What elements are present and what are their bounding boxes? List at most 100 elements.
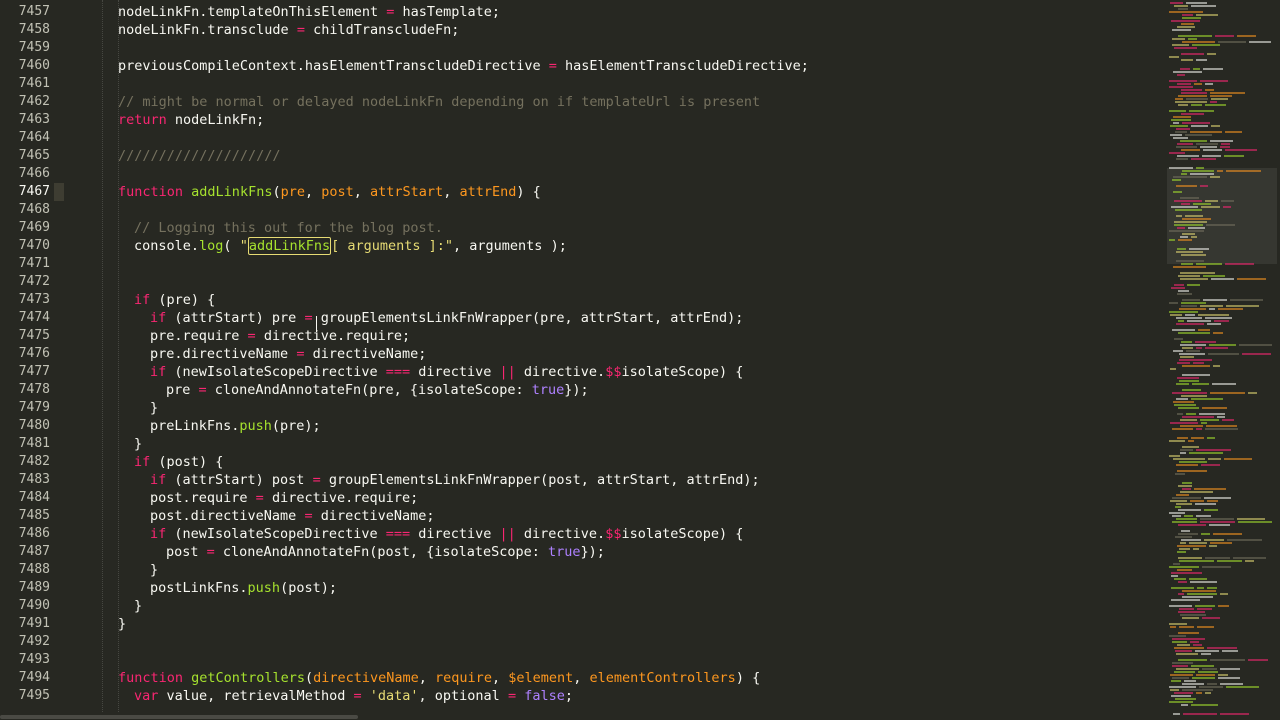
code-line[interactable] bbox=[70, 273, 1165, 291]
code-area[interactable]: nodeLinkFn.templateOnThisElement = hasTe… bbox=[70, 0, 1165, 720]
minimap-line bbox=[1173, 713, 1180, 715]
line-number: 7468 bbox=[18, 202, 50, 217]
minimap-line bbox=[1178, 593, 1184, 595]
code-token: = bbox=[247, 328, 256, 344]
minimap-line bbox=[1200, 185, 1208, 187]
line-number: 7477 bbox=[18, 364, 50, 379]
code-token: = bbox=[304, 310, 313, 326]
minimap-line bbox=[1171, 680, 1181, 682]
code-token: = bbox=[304, 508, 313, 524]
code-line[interactable]: previousCompileContext.hasElementTranscl… bbox=[70, 57, 1165, 75]
minimap-line bbox=[1181, 302, 1206, 304]
code-token: postLinkFns. bbox=[150, 580, 248, 596]
minimap-line bbox=[1173, 266, 1206, 268]
minimap-line bbox=[1172, 329, 1195, 331]
code-line[interactable] bbox=[70, 633, 1165, 651]
line-number: 7463 bbox=[18, 112, 50, 127]
code-token: // Logging this out for the blog post. bbox=[134, 220, 443, 236]
minimap-line bbox=[1178, 239, 1192, 241]
code-line[interactable] bbox=[70, 201, 1165, 219]
minimap-line bbox=[1191, 104, 1202, 106]
minimap-line bbox=[1182, 389, 1201, 391]
code-line[interactable] bbox=[70, 255, 1165, 273]
code-line[interactable]: if (pre) { bbox=[70, 291, 1165, 309]
code-token: childTranscludeFn; bbox=[304, 22, 460, 38]
code-token: if bbox=[150, 472, 167, 488]
minimap[interactable] bbox=[1165, 0, 1280, 720]
line-number: 7491 bbox=[18, 616, 50, 631]
horizontal-scrollbar-thumb[interactable] bbox=[0, 715, 358, 719]
code-line[interactable]: console.log( "addLinkFns[ arguments ]:",… bbox=[70, 237, 1165, 255]
code-line[interactable]: // Logging this out for the blog post. bbox=[70, 219, 1165, 237]
code-line[interactable]: var value, retrievalMethod = 'data', opt… bbox=[70, 687, 1165, 705]
minimap-line bbox=[1210, 101, 1217, 103]
code-line[interactable]: pre.require = directive.require; bbox=[70, 327, 1165, 345]
minimap-line bbox=[1237, 518, 1265, 520]
code-token: directive bbox=[410, 364, 500, 380]
minimap-line bbox=[1199, 686, 1223, 688]
horizontal-scrollbar[interactable] bbox=[0, 712, 1165, 720]
minimap-line bbox=[1171, 587, 1194, 589]
minimap-line bbox=[1213, 365, 1220, 367]
code-line[interactable] bbox=[70, 75, 1165, 93]
minimap-line bbox=[1174, 647, 1204, 649]
line-number: 7474 bbox=[18, 310, 50, 325]
code-line[interactable]: post.directiveName = directiveName; bbox=[70, 507, 1165, 525]
minimap-line bbox=[1174, 671, 1195, 673]
line-number: 7485 bbox=[18, 508, 50, 523]
line-number: 7460 bbox=[18, 58, 50, 73]
code-line[interactable] bbox=[70, 651, 1165, 669]
code-line[interactable]: return nodeLinkFn; bbox=[70, 111, 1165, 129]
code-line[interactable]: nodeLinkFn.templateOnThisElement = hasTe… bbox=[70, 3, 1165, 21]
minimap-line bbox=[1209, 344, 1236, 346]
code-line[interactable]: if (attrStart) post = groupElementsLinkF… bbox=[70, 471, 1165, 489]
code-line[interactable]: post.require = directive.require; bbox=[70, 489, 1165, 507]
code-line[interactable]: if (newIsolateScopeDirective === directi… bbox=[70, 525, 1165, 543]
code-line[interactable]: pre = cloneAndAnnotateFn(pre, {isolateSc… bbox=[70, 381, 1165, 399]
code-line[interactable] bbox=[70, 39, 1165, 57]
code-line[interactable]: } bbox=[70, 597, 1165, 615]
line-number: 7473 bbox=[18, 292, 50, 307]
minimap-line bbox=[1177, 155, 1199, 157]
minimap-line bbox=[1217, 560, 1242, 562]
minimap-line bbox=[1174, 200, 1202, 202]
code-token: directive. bbox=[515, 526, 606, 542]
code-line[interactable]: if (attrStart) pre = groupElementsLinkFn… bbox=[70, 309, 1165, 327]
code-line[interactable]: function getControllers(directiveName, r… bbox=[70, 669, 1165, 687]
code-line[interactable]: } bbox=[70, 399, 1165, 417]
code-line[interactable]: } bbox=[70, 615, 1165, 633]
minimap-line bbox=[1182, 590, 1216, 592]
minimap-line bbox=[1207, 437, 1215, 439]
minimap-line bbox=[1177, 413, 1183, 415]
minimap-line bbox=[1180, 68, 1190, 70]
minimap-line bbox=[1170, 674, 1193, 676]
code-line[interactable]: pre.directiveName = directiveName; bbox=[70, 345, 1165, 363]
code-line[interactable] bbox=[70, 129, 1165, 147]
minimap-line bbox=[1189, 248, 1209, 250]
minimap-line bbox=[1172, 662, 1193, 664]
code-line[interactable]: //////////////////// bbox=[70, 147, 1165, 165]
code-line[interactable]: postLinkFns.push(post); bbox=[70, 579, 1165, 597]
code-line[interactable]: // might be normal or delayed nodeLinkFn… bbox=[70, 93, 1165, 111]
code-line[interactable]: } bbox=[70, 435, 1165, 453]
code-line[interactable]: if (newIsolateScopeDirective === directi… bbox=[70, 363, 1165, 381]
code-line[interactable] bbox=[70, 165, 1165, 183]
minimap-line bbox=[1178, 275, 1200, 277]
code-line[interactable]: nodeLinkFn.transclude = childTranscludeF… bbox=[70, 21, 1165, 39]
code-token: 'data' bbox=[369, 688, 419, 704]
code-token: value, retrievalMethod bbox=[158, 688, 354, 704]
code-token: groupElementsLinkFnWrapper(post, attrSta… bbox=[320, 472, 760, 488]
code-editor[interactable]: 7457 7458 7459 7460 7461 7462 7463 7464 7465 7466… bbox=[0, 0, 1165, 720]
minimap-line bbox=[1173, 137, 1188, 139]
minimap-line bbox=[1211, 125, 1220, 127]
code-line[interactable]: post = cloneAndAnnotateFn(post, {isolate… bbox=[70, 543, 1165, 561]
minimap-line bbox=[1204, 539, 1224, 541]
code-line[interactable]: function addLinkFns(pre, post, attrStart… bbox=[70, 183, 1165, 201]
code-line[interactable]: } bbox=[70, 561, 1165, 579]
minimap-line bbox=[1227, 539, 1262, 541]
code-line[interactable]: preLinkFns.push(pre); bbox=[70, 417, 1165, 435]
minimap-line bbox=[1182, 488, 1191, 490]
code-line[interactable]: if (post) { bbox=[70, 453, 1165, 471]
minimap-line bbox=[1178, 320, 1184, 322]
